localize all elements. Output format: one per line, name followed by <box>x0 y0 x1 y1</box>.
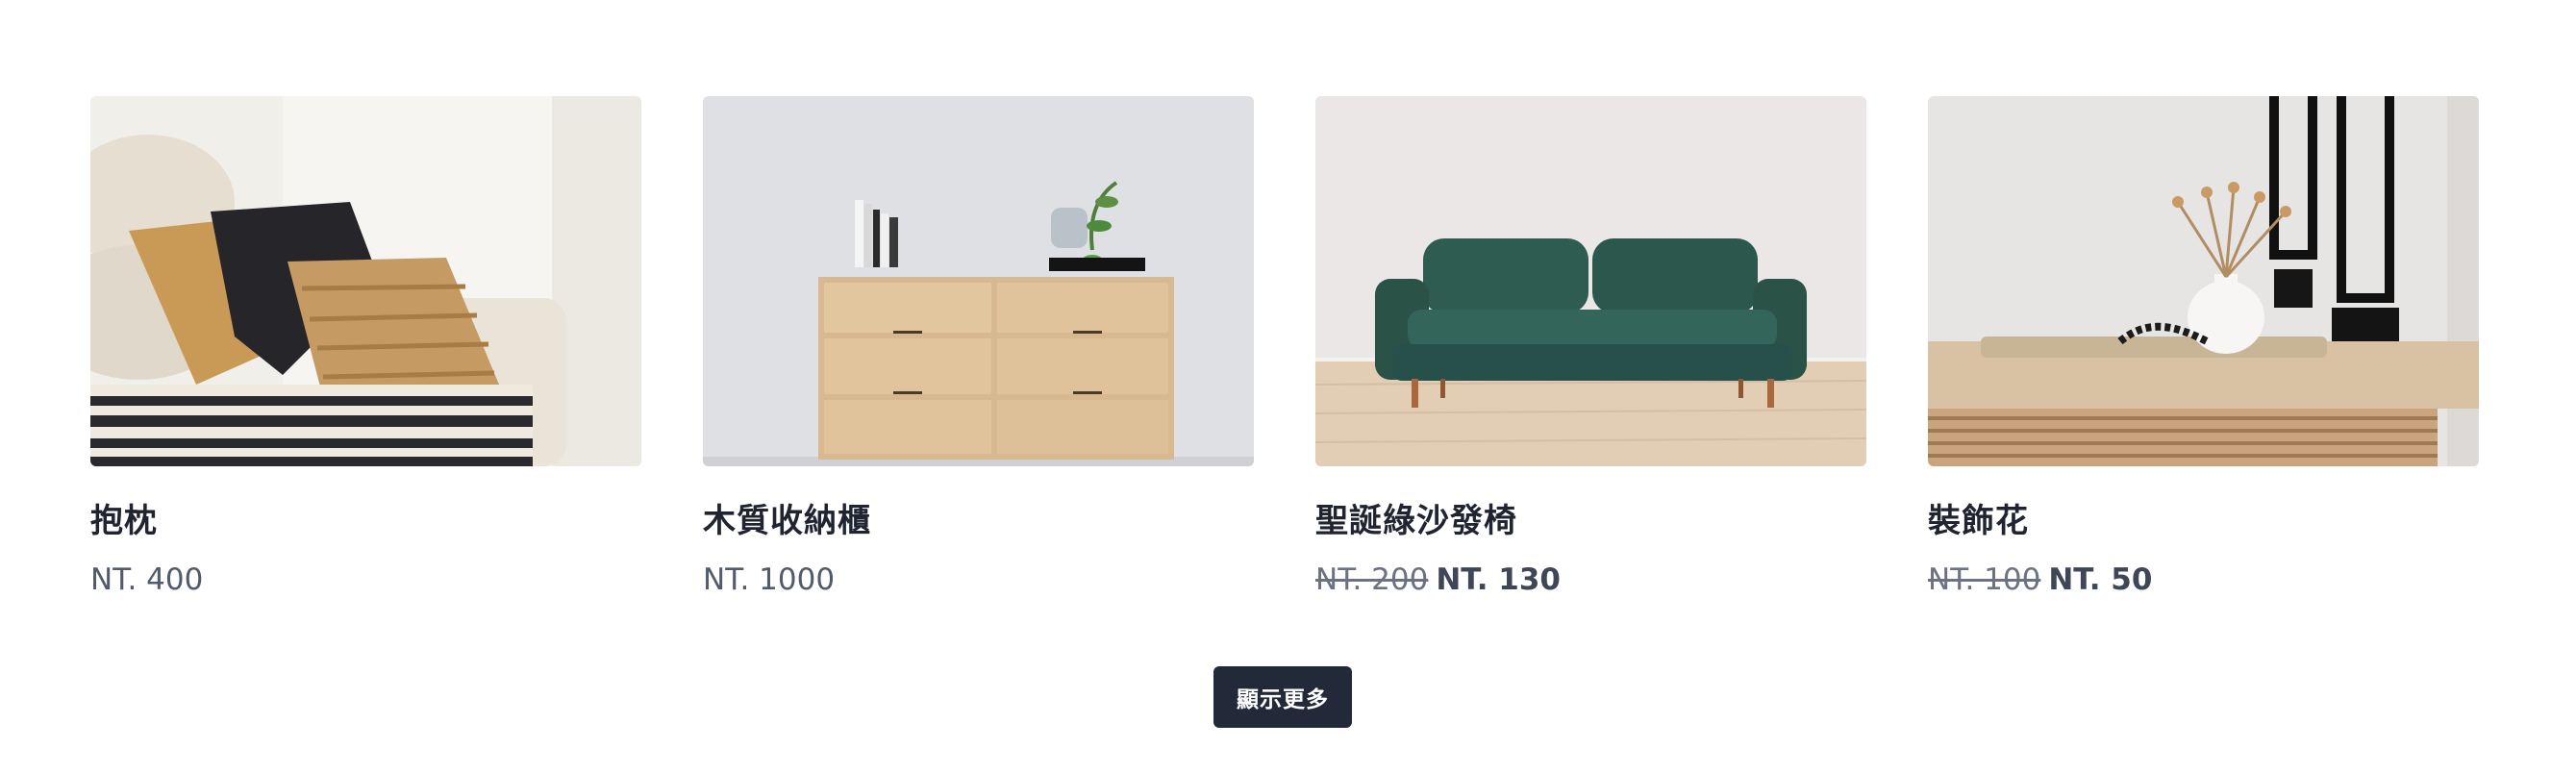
product-card[interactable]: 抱枕 NT. 400 <box>90 96 641 598</box>
product-grid: 抱枕 NT. 400 木質收納櫃 NT. 1000 聖誕綠沙發椅 NT. 200… <box>90 96 2479 598</box>
price-label: NT. 400 <box>90 561 204 597</box>
show-more-button[interactable]: 顯示更多 <box>1213 666 1352 728</box>
price-label: NT. 1000 <box>703 561 836 597</box>
sale-price: NT. 50 <box>2048 561 2153 597</box>
original-price: NT. 100 <box>1928 561 2041 597</box>
product-price: NT. 200 NT. 130 <box>1315 562 1866 598</box>
product-card[interactable]: 裝飾花 NT. 100 NT. 50 <box>1928 96 2479 598</box>
sale-price: NT. 130 <box>1436 561 1561 597</box>
original-price: NT. 200 <box>1315 561 1429 597</box>
product-price: NT. 400 <box>90 562 641 598</box>
product-name[interactable]: 木質收納櫃 <box>703 502 1254 541</box>
product-image-pillows[interactable] <box>90 96 641 466</box>
product-image-green-sofa[interactable] <box>1315 96 1866 466</box>
product-listing-page: 抱枕 NT. 400 木質收納櫃 NT. 1000 聖誕綠沙發椅 NT. 200… <box>0 0 2576 773</box>
product-name[interactable]: 抱枕 <box>90 502 641 541</box>
product-name[interactable]: 聖誕綠沙發椅 <box>1315 502 1866 541</box>
product-card[interactable]: 聖誕綠沙發椅 NT. 200 NT. 130 <box>1315 96 1866 598</box>
product-image-decorative-flower[interactable] <box>1928 96 2479 466</box>
product-price: NT. 100 NT. 50 <box>1928 562 2479 598</box>
product-price: NT. 1000 <box>703 562 1254 598</box>
product-name[interactable]: 裝飾花 <box>1928 502 2479 541</box>
product-image-dresser[interactable] <box>703 96 1254 466</box>
product-card[interactable]: 木質收納櫃 NT. 1000 <box>703 96 1254 598</box>
